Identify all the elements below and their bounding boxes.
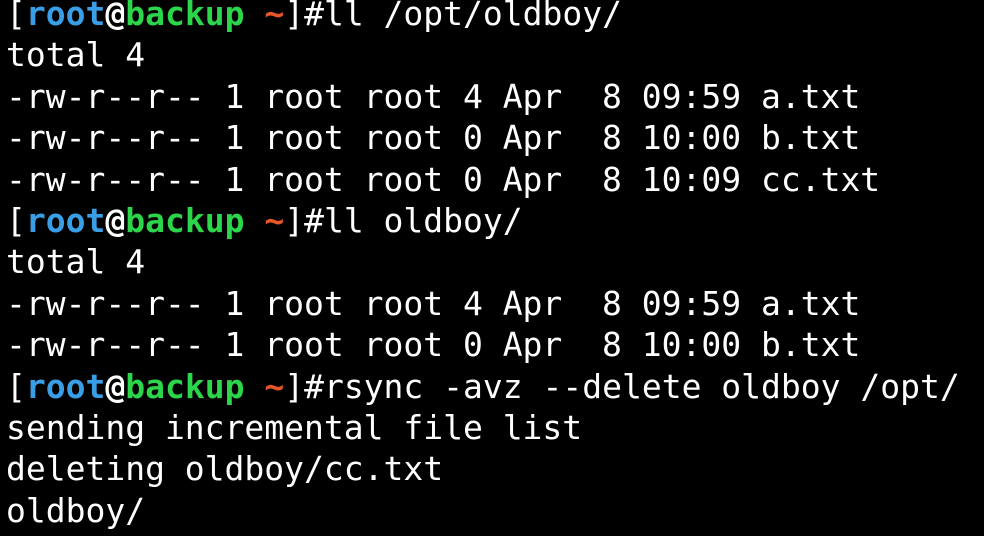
output-text: -rw-r--r-- 1 root root 0 Apr 8 10:00 b.t… bbox=[6, 325, 861, 365]
output-text: total 4 bbox=[6, 242, 146, 282]
output-text: deleting oldboy/cc.txt bbox=[6, 449, 444, 489]
output-text: oldboy/ bbox=[6, 490, 146, 530]
command-text: ll /opt/oldboy/ bbox=[323, 0, 622, 33]
output-text: sending incremental file list bbox=[6, 407, 583, 447]
output-line: -rw-r--r-- 1 root root 0 Apr 8 10:00 b.t… bbox=[6, 117, 960, 158]
output-line: -rw-r--r-- 1 root root 4 Apr 8 09:59 a.t… bbox=[6, 283, 960, 324]
prompt-open-bracket: [ bbox=[6, 366, 26, 406]
output-text: -rw-r--r-- 1 root root 0 Apr 8 10:00 b.t… bbox=[6, 118, 861, 158]
terminal-output: [root@backup ~]#ll /opt/oldboy/total 4 -r… bbox=[6, 0, 960, 531]
output-line: -rw-r--r-- 1 root root 4 Apr 8 09:59 a.t… bbox=[6, 76, 960, 117]
terminal-window[interactable]: [root@backup ~]#ll /opt/oldboy/total 4 -r… bbox=[0, 0, 984, 536]
output-line: -rw-r--r-- 1 root root 0 Apr 8 10:00 b.t… bbox=[6, 324, 960, 365]
prompt-at: @ bbox=[105, 200, 126, 240]
prompt-host: backup bbox=[125, 366, 245, 406]
prompt-user: root bbox=[25, 200, 106, 240]
prompt-dir: ~ bbox=[264, 0, 285, 33]
output-line: oldboy/ bbox=[6, 490, 960, 531]
prompt-user: root bbox=[25, 366, 106, 406]
output-line: sending incremental file list bbox=[6, 407, 960, 448]
prompt-dir: ~ bbox=[264, 366, 285, 406]
output-text: total 4 bbox=[6, 35, 146, 75]
prompt-line: [root@backup ~]#ll /opt/oldboy/ bbox=[6, 0, 960, 34]
prompt-host: backup bbox=[125, 0, 245, 33]
output-line: deleting oldboy/cc.txt bbox=[6, 448, 960, 489]
prompt-line: [root@backup ~]#rsync -avz --delete oldb… bbox=[6, 366, 960, 407]
output-text: -rw-r--r-- 1 root root 4 Apr 8 09:59 a.t… bbox=[6, 283, 861, 323]
prompt-at: @ bbox=[105, 0, 126, 33]
output-line: total 4 bbox=[6, 34, 960, 75]
prompt-close: ]# bbox=[284, 366, 324, 406]
prompt-open-bracket: [ bbox=[6, 0, 26, 33]
prompt-at: @ bbox=[105, 366, 126, 406]
prompt-open-bracket: [ bbox=[6, 200, 26, 240]
command-text: rsync -avz --delete oldboy /opt/ bbox=[323, 366, 960, 406]
output-line: total 4 bbox=[6, 241, 960, 282]
output-text: -rw-r--r-- 1 root root 0 Apr 8 10:09 cc.… bbox=[6, 159, 881, 199]
prompt-line: [root@backup ~]#ll oldboy/ bbox=[6, 200, 960, 241]
prompt-close: ]# bbox=[284, 0, 324, 33]
output-line: -rw-r--r-- 1 root root 0 Apr 8 10:09 cc.… bbox=[6, 159, 960, 200]
prompt-user: root bbox=[25, 0, 106, 33]
prompt-close: ]# bbox=[284, 200, 324, 240]
prompt-host: backup bbox=[125, 200, 245, 240]
prompt-dir: ~ bbox=[264, 200, 285, 240]
output-text: -rw-r--r-- 1 root root 4 Apr 8 09:59 a.t… bbox=[6, 76, 861, 116]
command-text: ll oldboy/ bbox=[323, 200, 523, 240]
